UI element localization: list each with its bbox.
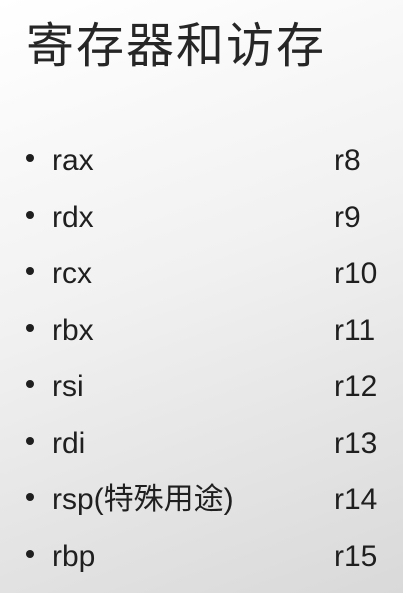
register-list: rax r8 rdx r9 rcx r10 rbx r11 rsi r12 rd…: [26, 138, 396, 590]
register-name-right: r11: [334, 313, 376, 347]
bullet-icon: [26, 549, 34, 558]
register-row-8: rbp r15: [26, 534, 396, 591]
bullet-icon: [26, 323, 34, 332]
register-name-right: r12: [334, 370, 378, 403]
bullet-icon: [26, 210, 34, 219]
register-name-right: r15: [334, 539, 378, 573]
register-name-left: rdx: [52, 200, 94, 234]
bullet-icon: [26, 154, 34, 162]
register-name-right: r8: [334, 144, 361, 177]
register-name-right: r10: [334, 257, 378, 290]
bullet-icon: [26, 267, 34, 275]
register-row-6: rdi r13: [26, 421, 396, 478]
register-row-5: rsi r12: [26, 364, 396, 421]
register-name-left: rdi: [52, 426, 86, 460]
register-name-right: r14: [334, 483, 378, 516]
slide: 寄存器和访存 rax r8 rdx r9 rcx r10 rbx r11 rsi…: [0, 0, 403, 593]
register-row-7: rsp(特殊用途) r14: [26, 477, 396, 534]
register-name-right: r13: [334, 426, 378, 460]
register-name-right: r9: [334, 200, 361, 234]
bullet-icon: [26, 493, 34, 501]
slide-title: 寄存器和访存: [26, 20, 327, 73]
register-row-1: rax r8: [26, 138, 396, 195]
register-name-left: rbp: [52, 539, 96, 573]
register-row-4: rbx r11: [26, 308, 396, 365]
register-row-3: rcx r10: [26, 251, 396, 308]
register-name-left: rsp(特殊用途): [52, 483, 234, 516]
register-name-left: rax: [52, 144, 94, 177]
bullet-icon: [26, 436, 34, 445]
bullet-icon: [26, 380, 34, 388]
register-row-2: rdx r9: [26, 195, 396, 252]
register-name-left: rsi: [52, 370, 84, 403]
register-name-left: rcx: [52, 257, 92, 290]
register-name-left: rbx: [52, 313, 94, 347]
